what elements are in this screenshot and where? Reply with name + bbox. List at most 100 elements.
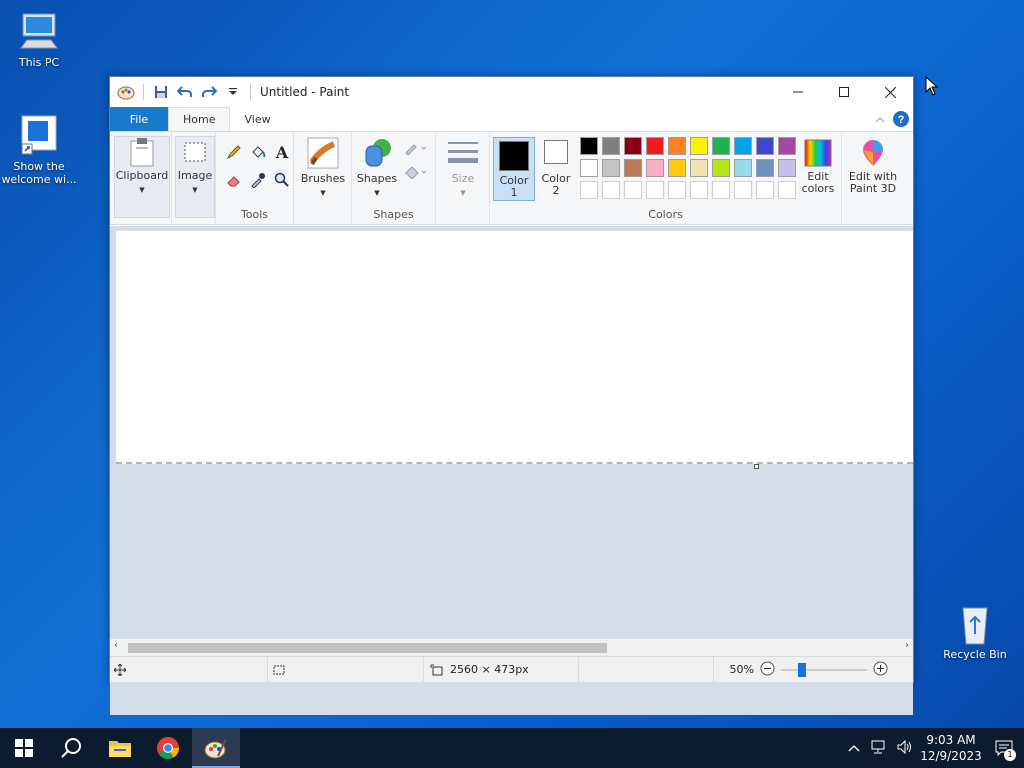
taskbar: 9:03 AM 12/9/2023 1 bbox=[0, 728, 1024, 768]
color1-number: 1 bbox=[510, 186, 518, 199]
zoom-in-icon[interactable] bbox=[873, 661, 888, 679]
palette-swatch[interactable] bbox=[624, 137, 642, 155]
search-icon bbox=[61, 738, 81, 758]
palette-swatch[interactable] bbox=[602, 137, 620, 155]
size-group: Size ▼ bbox=[436, 132, 490, 224]
network-icon[interactable] bbox=[866, 740, 892, 757]
clock[interactable]: 9:03 AM 12/9/2023 bbox=[918, 732, 984, 764]
mouse-cursor-icon bbox=[925, 76, 939, 96]
edit-colors-button[interactable]: Edit colors bbox=[798, 138, 838, 195]
pencil-icon[interactable] bbox=[224, 142, 244, 162]
palette-swatch[interactable] bbox=[756, 181, 774, 199]
palette-swatch[interactable] bbox=[580, 159, 598, 177]
qat-separator bbox=[143, 84, 144, 100]
edit-colors-label-2: colors bbox=[801, 182, 835, 195]
palette-swatch[interactable] bbox=[712, 181, 730, 199]
palette-swatch[interactable] bbox=[778, 159, 796, 177]
palette-swatch[interactable] bbox=[602, 159, 620, 177]
ribbon-right-controls: ? bbox=[875, 111, 909, 130]
shapes-button[interactable]: Shapes ▼ bbox=[354, 136, 400, 199]
palette-swatch[interactable] bbox=[646, 181, 664, 199]
desktop-icon-welcome[interactable]: Show the welcome wi... bbox=[0, 112, 78, 186]
palette-swatch[interactable] bbox=[580, 181, 598, 199]
brushes-button[interactable]: Brushes ▼ bbox=[298, 136, 348, 199]
palette-swatch[interactable] bbox=[580, 137, 598, 155]
select-icon bbox=[184, 142, 206, 162]
start-button[interactable] bbox=[0, 728, 48, 768]
outline-icon[interactable] bbox=[402, 138, 430, 158]
desktop-icon-this-pc[interactable]: This PC bbox=[0, 10, 78, 69]
paint-app-icon[interactable] bbox=[116, 82, 136, 102]
horizontal-scrollbar[interactable]: ‹ › bbox=[110, 639, 913, 656]
palette-swatch[interactable] bbox=[690, 137, 708, 155]
customize-qat-icon[interactable] bbox=[223, 82, 243, 102]
window-controls bbox=[775, 77, 913, 107]
color2-swatch bbox=[544, 140, 568, 164]
palette-swatch[interactable] bbox=[734, 137, 752, 155]
desktop-icon-recycle-bin[interactable]: Recycle Bin bbox=[936, 602, 1014, 661]
recycle-bin-icon bbox=[962, 607, 988, 645]
undo-icon[interactable] bbox=[175, 82, 195, 102]
color1-button[interactable]: Color 1 bbox=[493, 137, 535, 201]
zoom-slider[interactable] bbox=[781, 662, 867, 677]
file-explorer-button[interactable] bbox=[96, 728, 144, 768]
palette-swatch[interactable] bbox=[712, 159, 730, 177]
zoom-slider-thumb[interactable] bbox=[798, 662, 806, 677]
palette-swatch[interactable] bbox=[668, 181, 686, 199]
shapes-group: Shapes ▼ Shapes bbox=[352, 132, 436, 224]
tab-file[interactable]: File bbox=[110, 107, 168, 131]
show-hidden-icons-icon[interactable] bbox=[842, 742, 866, 755]
size-button[interactable]: Size ▼ bbox=[440, 136, 486, 199]
tab-view[interactable]: View bbox=[230, 107, 284, 131]
scrollbar-thumb[interactable] bbox=[128, 643, 607, 653]
palette-swatch[interactable] bbox=[712, 137, 730, 155]
clipboard-button[interactable]: Clipboard ▼ bbox=[114, 136, 170, 218]
tab-home[interactable]: Home bbox=[168, 107, 231, 131]
shape-fill-icon[interactable] bbox=[402, 162, 430, 182]
fill-icon[interactable] bbox=[248, 142, 268, 162]
eraser-icon[interactable] bbox=[224, 170, 244, 190]
paint-taskbar-button[interactable] bbox=[192, 728, 240, 768]
palette-swatch[interactable] bbox=[668, 137, 686, 155]
palette-swatch[interactable] bbox=[668, 159, 686, 177]
help-icon[interactable]: ? bbox=[893, 111, 909, 130]
palette-swatch[interactable] bbox=[778, 137, 796, 155]
windows-icon bbox=[15, 739, 33, 757]
action-center-button[interactable]: 1 bbox=[984, 728, 1024, 768]
palette-swatch[interactable] bbox=[646, 159, 664, 177]
zoom-out-icon[interactable] bbox=[760, 661, 775, 679]
palette-swatch[interactable] bbox=[756, 137, 774, 155]
palette-swatch[interactable] bbox=[734, 181, 752, 199]
palette-swatch[interactable] bbox=[690, 181, 708, 199]
palette-swatch[interactable] bbox=[756, 159, 774, 177]
close-button[interactable] bbox=[867, 77, 913, 107]
volume-icon[interactable] bbox=[892, 739, 918, 757]
image-button[interactable]: Image ▼ bbox=[175, 136, 215, 218]
drawing-canvas[interactable] bbox=[116, 231, 913, 464]
palette-swatch[interactable] bbox=[778, 181, 796, 199]
edit-with-paint3d-button[interactable]: Edit with Paint 3D bbox=[844, 138, 902, 195]
search-button[interactable] bbox=[48, 728, 96, 768]
chrome-button[interactable] bbox=[144, 728, 192, 768]
chevron-down-icon: ▼ bbox=[460, 189, 466, 197]
tools-group: A Tools bbox=[216, 132, 294, 224]
palette-swatch[interactable] bbox=[624, 159, 642, 177]
palette-swatch[interactable] bbox=[734, 159, 752, 177]
zoom-slider-track bbox=[781, 668, 867, 671]
scroll-right-icon[interactable]: › bbox=[905, 640, 909, 651]
color-picker-icon[interactable] bbox=[248, 170, 268, 190]
redo-icon[interactable] bbox=[199, 82, 219, 102]
scroll-left-icon[interactable]: ‹ bbox=[114, 640, 118, 651]
collapse-ribbon-icon[interactable] bbox=[875, 114, 885, 127]
minimize-button[interactable] bbox=[775, 77, 821, 107]
palette-swatch[interactable] bbox=[602, 181, 620, 199]
save-icon[interactable] bbox=[151, 82, 171, 102]
resize-handle-bottom[interactable] bbox=[754, 464, 759, 469]
color2-button[interactable]: Color 2 bbox=[537, 140, 575, 197]
text-icon[interactable]: A bbox=[272, 142, 292, 162]
magnifier-icon[interactable] bbox=[272, 170, 292, 190]
palette-swatch[interactable] bbox=[690, 159, 708, 177]
palette-swatch[interactable] bbox=[646, 137, 664, 155]
palette-swatch[interactable] bbox=[624, 181, 642, 199]
maximize-button[interactable] bbox=[821, 77, 867, 107]
